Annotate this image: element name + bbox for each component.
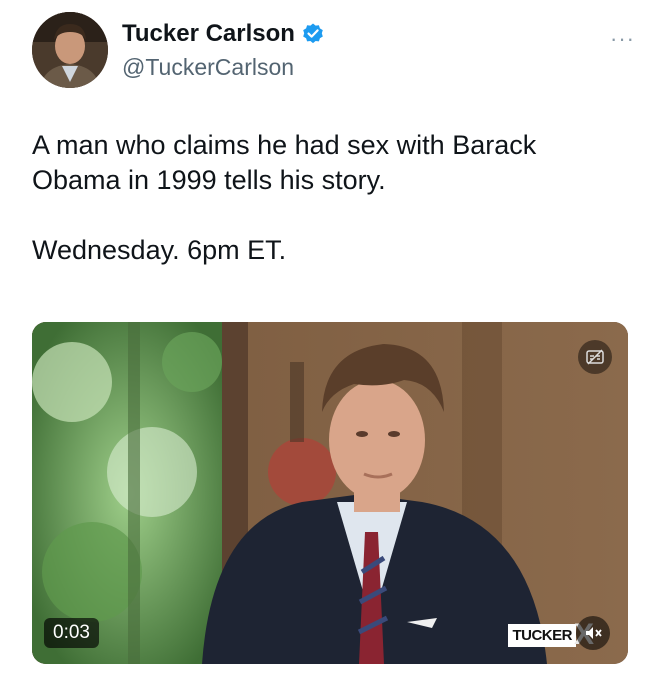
user-handle[interactable]: @TuckerCarlson [122,54,294,81]
tweet-text: A man who claims he had sex with Barack … [32,128,632,268]
video-frame [32,322,628,664]
video-duration: 0:03 [44,618,99,648]
verified-badge-icon [301,22,325,46]
logo-text: TUCKER [508,623,576,647]
tweet-line: Obama in 1999 tells his story. [32,165,386,195]
captions-icon[interactable] [578,340,612,374]
display-name[interactable]: Tucker Carlson [122,20,295,48]
muted-speaker-icon[interactable] [576,616,610,650]
more-options-icon[interactable]: ··· [610,26,635,52]
avatar[interactable] [32,12,108,88]
tweet-line: A man who claims he had sex with Barack [32,130,537,160]
video-player[interactable]: 0:03 TUCKER X [32,322,628,664]
tweet-header: Tucker Carlson @TuckerCarlson ··· [32,12,635,92]
tweet-line: Wednesday. 6pm ET. [32,235,287,265]
